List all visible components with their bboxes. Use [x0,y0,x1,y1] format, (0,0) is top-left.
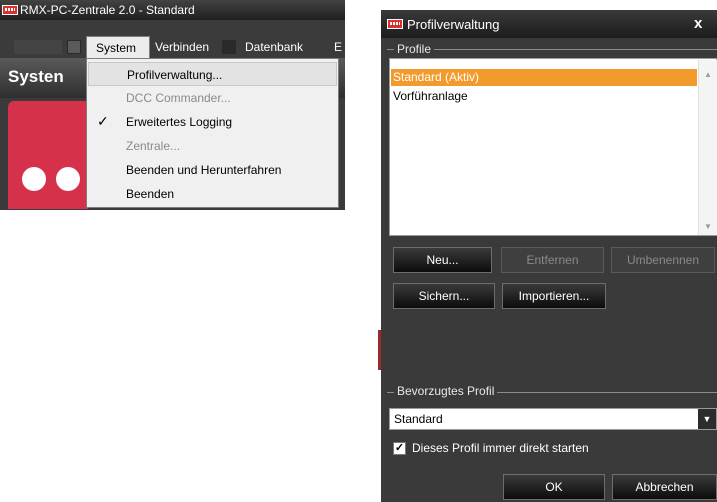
menu-separator-icon [222,40,236,54]
section-header-title: Systen [8,67,64,86]
main-window: RMX-PC-Zentrale 2.0 - Standard System Ve… [0,0,345,210]
menu-item-beenden-herunterfahren[interactable]: Beenden und Herunterfahren [88,158,337,182]
ok-button[interactable]: OK [503,474,605,500]
tile-dot-icon [56,167,80,191]
menu-item-label: Zentrale... [126,139,181,153]
profiles-list[interactable]: Standard (Aktiv) Vorführanlage ▲ ▼ [389,58,717,236]
menu-item-label: Beenden und Herunterfahren [126,163,282,177]
menu-system-label: System [96,41,137,55]
menu-item-zentrale[interactable]: Zentrale... [88,134,337,158]
profiles-group-label: Profile [394,42,435,56]
list-item-label: Standard (Aktiv) [393,70,480,84]
dialog-title-bar: Profilverwaltung x [381,10,717,38]
menu-verbinden[interactable]: Verbinden [155,40,209,54]
system-tile[interactable] [8,101,88,209]
list-scrollbar[interactable]: ▲ ▼ [698,60,717,235]
list-item[interactable]: Standard (Aktiv) [391,69,697,86]
menu-item-dcc-commander[interactable]: DCC Commander... [88,86,337,110]
app-icon [2,5,18,15]
list-item-label: Vorführanlage [393,89,468,103]
app-icon [387,19,403,29]
menu-item-label: DCC Commander... [126,91,231,105]
start-directly-label[interactable]: Dieses Profil immer direkt starten [412,441,589,455]
preferred-profile-value: Standard [394,412,443,426]
menu-item-profilverwaltung[interactable]: Profilverwaltung... [88,62,337,86]
import-button[interactable]: Importieren... [502,283,606,309]
menu-item-erweitertes-logging[interactable]: ✓ Erweitertes Logging [88,110,337,134]
toolbar-placeholder [14,40,62,54]
start-directly-checkbox[interactable]: ✓ [393,442,406,455]
checkmark-icon: ✓ [97,113,109,129]
cancel-button[interactable]: Abbrechen [612,474,717,500]
tile-dot-icon [22,167,46,191]
profilverwaltung-dialog: Profilverwaltung x Profile Standard (Akt… [381,10,717,502]
group-border [387,49,717,50]
preferred-group-label: Bevorzugtes Profil [394,384,498,398]
menu-item-label: Erweitertes Logging [126,115,233,129]
close-icon[interactable]: x [694,15,702,32]
scroll-up-icon[interactable]: ▲ [704,70,712,79]
list-item[interactable]: Vorführanlage [391,88,697,105]
menu-datenbank[interactable]: Datenbank [245,40,303,54]
preferred-profile-select[interactable]: Standard ▼ [389,408,717,430]
save-button[interactable]: Sichern... [393,283,495,309]
scroll-down-icon[interactable]: ▼ [704,222,712,231]
system-dropdown-menu: Profilverwaltung... DCC Commander... ✓ E… [86,58,339,208]
menu-item-label: Beenden [126,187,175,201]
menu-item-beenden[interactable]: Beenden [88,182,337,206]
dialog-title: Profilverwaltung [407,17,500,32]
remove-button[interactable]: Entfernen [501,247,604,273]
menu-system[interactable]: System [86,36,150,58]
new-button[interactable]: Neu... [393,247,492,273]
menu-item-label: Profilverwaltung... [127,68,223,82]
toolbar-square-icon[interactable] [67,40,81,54]
rename-button[interactable]: Umbenennen [611,247,715,273]
menu-e[interactable]: E [334,40,342,54]
chevron-down-icon[interactable]: ▼ [698,409,716,429]
window-title: RMX-PC-Zentrale 2.0 - Standard [20,3,195,17]
title-bar: RMX-PC-Zentrale 2.0 - Standard [0,0,345,20]
